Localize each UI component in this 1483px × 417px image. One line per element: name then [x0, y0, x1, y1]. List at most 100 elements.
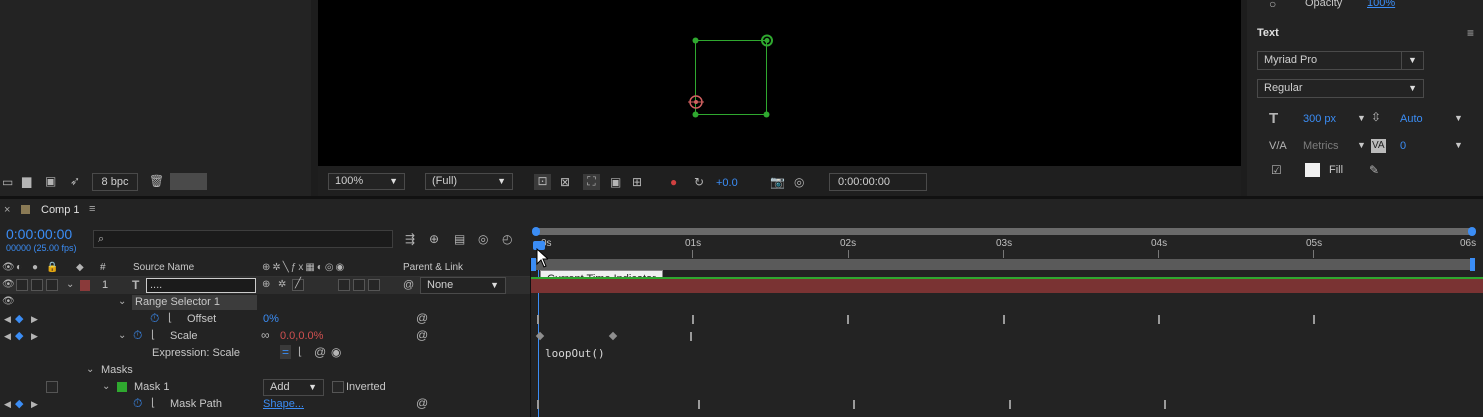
search-input[interactable]: ⌕: [93, 230, 393, 248]
pickwhip-icon[interactable]: @: [416, 328, 428, 342]
timeline-splitter[interactable]: [530, 258, 531, 417]
show-snapshot-icon[interactable]: ◎: [794, 175, 804, 189]
mask1-label[interactable]: Mask 1: [134, 381, 169, 393]
interpret-footage-icon[interactable]: ▭: [2, 175, 13, 189]
shy-layers-icon[interactable]: ▤: [454, 232, 465, 246]
offset-value[interactable]: 0%: [263, 313, 279, 325]
keyframe[interactable]: [690, 332, 695, 341]
mask-shape[interactable]: [318, 0, 1241, 166]
next-keyframe-icon[interactable]: ▶: [31, 397, 38, 411]
audio-switch[interactable]: [16, 279, 28, 291]
graph-icon[interactable]: ⌊: [151, 396, 155, 410]
layer-name-field[interactable]: ....: [146, 278, 256, 293]
mask-lock-switch[interactable]: [46, 381, 58, 393]
col-parent-link[interactable]: Parent & Link: [403, 262, 463, 273]
keyframe[interactable]: [1164, 400, 1169, 409]
pickwhip-icon[interactable]: @: [416, 396, 428, 410]
keyframe[interactable]: [1313, 315, 1318, 324]
expression-editor[interactable]: loopOut(): [531, 345, 1483, 362]
pickwhip-icon[interactable]: @: [403, 278, 414, 292]
new-folder-icon[interactable]: ▆: [22, 174, 31, 188]
trash-icon[interactable]: 🗑: [149, 174, 164, 188]
zoom-dropdown[interactable]: 100% ▼: [328, 173, 405, 190]
keyframe[interactable]: [608, 331, 618, 341]
next-keyframe-icon[interactable]: ▶: [31, 312, 38, 326]
add-keyframe-icon[interactable]: ◆: [15, 397, 23, 411]
range-selector-row[interactable]: 👁 ⌄ Range Selector 1: [0, 294, 531, 311]
radio-icon[interactable]: ○: [1269, 0, 1276, 11]
eye-icon[interactable]: 👁: [2, 278, 15, 292]
tracking-value[interactable]: 0: [1400, 140, 1406, 152]
keyframe[interactable]: [847, 315, 852, 324]
eye-icon[interactable]: 👁: [2, 295, 15, 309]
parent-dropdown[interactable]: None ▼: [420, 277, 506, 294]
mask-path-value[interactable]: Shape...: [263, 398, 304, 410]
eyedropper-icon[interactable]: ✎: [1369, 163, 1379, 177]
chevron-down-icon[interactable]: ⌄: [66, 278, 74, 292]
audio-icon[interactable]: ◐: [16, 261, 22, 275]
quality-switch[interactable]: ╱: [292, 278, 304, 291]
pickwhip-icon[interactable]: @: [416, 311, 428, 325]
mask-visibility-icon[interactable]: ⛶: [583, 174, 600, 190]
chevron-down-icon[interactable]: ▼: [1357, 113, 1366, 123]
expression-graph-icon[interactable]: ⌊: [298, 345, 302, 359]
font-style-dropdown[interactable]: Regular ▼: [1257, 79, 1424, 98]
prev-keyframe-icon[interactable]: ◀: [4, 397, 11, 411]
keyframe[interactable]: [692, 315, 697, 324]
transparency-grid-icon[interactable]: ⊠: [560, 175, 570, 189]
offset-property-row[interactable]: ◀ ◆ ▶ ⏱ ⌊ Offset 0% @: [0, 311, 531, 328]
work-area-start-handle[interactable]: [532, 227, 540, 236]
scale-value[interactable]: 0.0,0.0%: [280, 330, 323, 342]
label-icon[interactable]: ◆: [76, 261, 84, 275]
color-swatch[interactable]: [170, 173, 207, 190]
add-keyframe-icon[interactable]: ◆: [15, 312, 23, 326]
mask-color-swatch[interactable]: [117, 382, 127, 392]
reset-exposure-icon[interactable]: ↻: [694, 175, 704, 189]
keyframe[interactable]: [535, 331, 545, 341]
work-area-end-handle[interactable]: [1468, 227, 1476, 236]
keyframe[interactable]: [1003, 315, 1008, 324]
fast-previews-icon[interactable]: ⊡: [534, 174, 551, 190]
eye-icon[interactable]: 👁: [2, 261, 15, 275]
keyframe[interactable]: [853, 400, 858, 409]
motion-blur-icon[interactable]: ◴: [502, 232, 512, 246]
stopwatch-icon[interactable]: ⏱: [133, 328, 142, 342]
keyframe[interactable]: [1009, 400, 1014, 409]
tab-menu-icon[interactable]: ≡: [89, 203, 95, 215]
add-keyframe-icon[interactable]: ◆: [15, 329, 23, 343]
mask-path-row[interactable]: ◀ ◆ ▶ ⏱ ⌊ Mask Path Shape... @: [0, 396, 531, 413]
new-composition-icon[interactable]: ▣: [45, 174, 56, 188]
chevron-down-icon[interactable]: ⌄: [102, 380, 110, 394]
stopwatch-icon[interactable]: ⏱: [150, 311, 159, 325]
current-time-display[interactable]: 0:00:00:00: [6, 226, 72, 242]
lock-switch[interactable]: [46, 279, 58, 291]
keyframe[interactable]: [698, 400, 703, 409]
layer-label-color[interactable]: [80, 280, 90, 291]
expression-text[interactable]: loopOut(): [545, 347, 605, 360]
render-icon[interactable]: ➶: [70, 174, 80, 188]
solo-icon[interactable]: ●: [32, 261, 38, 275]
chevron-down-icon[interactable]: ▼: [1454, 140, 1463, 150]
grid-guides-icon[interactable]: ⊞: [632, 175, 642, 189]
font-size-value[interactable]: 300 px: [1303, 113, 1336, 125]
prev-keyframe-icon[interactable]: ◀: [4, 329, 11, 343]
fill-checkbox-icon[interactable]: ☑: [1271, 163, 1282, 177]
enable-expression-icon[interactable]: =: [280, 345, 292, 359]
snapshot-icon[interactable]: 📷: [770, 175, 785, 189]
collapse-icon[interactable]: ✲: [278, 278, 286, 292]
work-area-bar[interactable]: [535, 228, 1473, 235]
scale-property-row[interactable]: ◀ ◆ ▶ ⌄ ⏱ ⌊ Scale ∞ 0.0,0.0% @: [0, 328, 531, 345]
graph-icon[interactable]: ⌊: [151, 328, 155, 342]
bpc-button[interactable]: 8 bpc: [92, 173, 138, 191]
lock-icon[interactable]: 🔒: [46, 261, 58, 275]
kerning-value[interactable]: Metrics: [1303, 140, 1338, 152]
draft-3d-icon[interactable]: ⊕: [429, 232, 439, 246]
next-keyframe-icon[interactable]: ▶: [31, 329, 38, 343]
chevron-down-icon[interactable]: ▼: [1357, 140, 1366, 150]
opacity-value[interactable]: 100%: [1367, 0, 1395, 9]
comp-duration-end[interactable]: [1470, 258, 1475, 271]
col-source-name[interactable]: Source Name: [133, 262, 194, 273]
solo-switch[interactable]: [31, 279, 43, 291]
expression-row[interactable]: Expression: Scale = ⌊ @ ◉: [0, 345, 531, 362]
chevron-down-icon[interactable]: ⌄: [86, 363, 94, 377]
